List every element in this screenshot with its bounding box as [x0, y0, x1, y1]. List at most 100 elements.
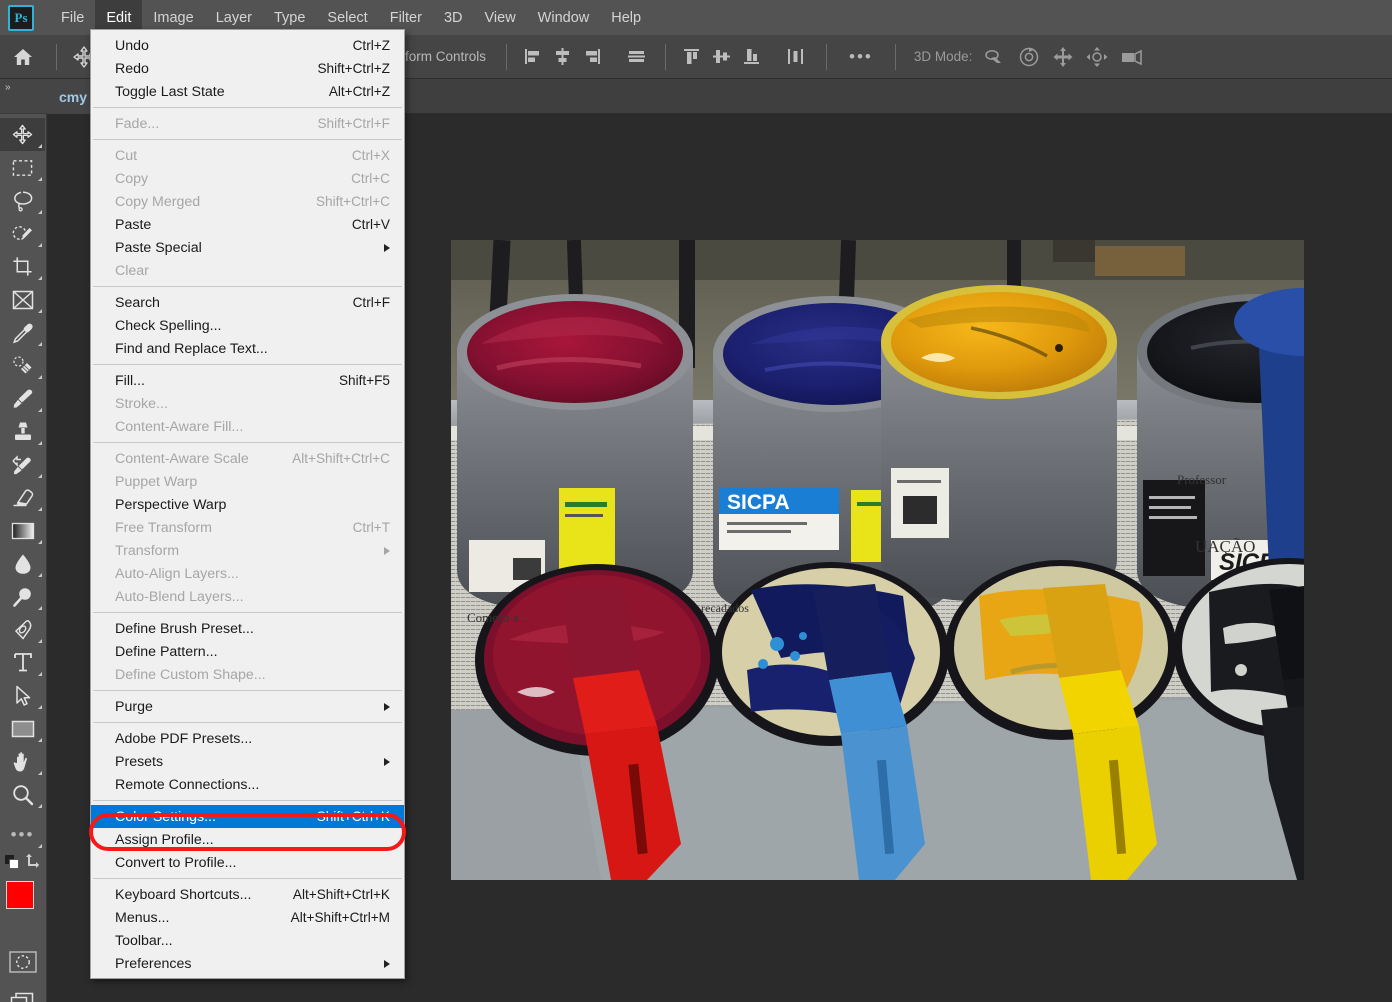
brush-tool[interactable]	[0, 382, 45, 415]
pen-tool[interactable]	[0, 613, 45, 646]
align-horizontal-centers-icon[interactable]	[547, 44, 577, 70]
lasso-tool[interactable]	[0, 184, 45, 217]
spot-healing-brush-tool[interactable]	[0, 349, 45, 382]
foreground-color-swatch[interactable]	[6, 881, 34, 909]
menu-separator	[93, 722, 402, 723]
menu-item-check-spelling[interactable]: Check Spelling...	[91, 314, 404, 337]
menu-item-redo[interactable]: Redo Shift+Ctrl+Z	[91, 57, 404, 80]
eyedropper-tool[interactable]	[0, 316, 45, 349]
roll-3d-icon[interactable]	[1012, 44, 1046, 70]
menu-separator	[93, 800, 402, 801]
menu-item-label: Preferences	[115, 955, 192, 972]
menu-item-label: Paste	[115, 216, 152, 233]
swap-colors-icon[interactable]	[24, 853, 40, 869]
distribute-icon[interactable]	[780, 44, 810, 70]
menu-item-label: Clear	[115, 262, 149, 279]
rectangle-tool[interactable]	[0, 712, 45, 745]
align-left-edges-icon[interactable]	[517, 44, 547, 70]
menu-item-label: Find and Replace Text...	[115, 340, 268, 357]
document-image: SICPA Começa a .. recadados Professor UA…	[451, 240, 1304, 880]
menubar-item-help[interactable]: Help	[600, 0, 652, 35]
gradient-tool[interactable]	[0, 514, 45, 547]
menu-item-paste[interactable]: Paste Ctrl+V	[91, 213, 404, 236]
type-tool[interactable]	[0, 646, 45, 679]
orbit-3d-icon[interactable]	[978, 44, 1012, 70]
edit-toolbar-button[interactable]: •••	[0, 818, 45, 851]
move-tool[interactable]	[0, 118, 45, 151]
menu-item-purge[interactable]: Purge	[91, 695, 404, 718]
align-horizontal-middles-icon[interactable]	[706, 44, 736, 70]
color-controls-row	[0, 851, 45, 875]
svg-text:SICPA: SICPA	[727, 491, 790, 514]
menu-item-search[interactable]: Search Ctrl+F	[91, 291, 404, 314]
menu-item-presets[interactable]: Presets	[91, 750, 404, 773]
default-colors-icon[interactable]	[5, 855, 20, 870]
menu-item-toggle-last-state[interactable]: Toggle Last State Alt+Ctrl+Z	[91, 80, 404, 103]
blur-tool[interactable]	[0, 547, 45, 580]
menu-item-copy: Copy Ctrl+C	[91, 167, 404, 190]
quick-selection-tool[interactable]	[0, 217, 45, 250]
menu-item-define-brush-preset[interactable]: Define Brush Preset...	[91, 617, 404, 640]
history-brush-tool[interactable]	[0, 448, 45, 481]
menu-item-toolbar[interactable]: Toolbar...	[91, 929, 404, 952]
menu-item-keyboard-shortcuts[interactable]: Keyboard Shortcuts... Alt+Shift+Ctrl+K	[91, 883, 404, 906]
eraser-tool[interactable]	[0, 481, 45, 514]
menu-separator	[93, 878, 402, 879]
frame-tool[interactable]	[0, 283, 45, 316]
menu-item-paste-special[interactable]: Paste Special	[91, 236, 404, 259]
menu-item-label: Remote Connections...	[115, 776, 260, 793]
dodge-tool[interactable]	[0, 580, 45, 613]
menubar-item-view[interactable]: View	[474, 0, 527, 35]
align-bottom-edges-icon[interactable]	[736, 44, 766, 70]
menu-item-label: Search	[115, 294, 160, 311]
crop-tool[interactable]	[0, 250, 45, 283]
align-right-edges-icon[interactable]	[577, 44, 607, 70]
menu-item-undo[interactable]: Undo Ctrl+Z	[91, 34, 404, 57]
svg-text:recadados: recadados	[701, 601, 749, 615]
menu-item-adobe-pdf-presets[interactable]: Adobe PDF Presets...	[91, 727, 404, 750]
photoshop-logo-icon: Ps	[8, 4, 34, 31]
clone-stamp-tool[interactable]	[0, 415, 45, 448]
menu-item-auto-blend-layers: Auto-Blend Layers...	[91, 585, 404, 608]
menu-item-menus[interactable]: Menus... Alt+Shift+Ctrl+M	[91, 906, 404, 929]
menu-item-shortcut: Shift+Ctrl+C	[315, 194, 390, 209]
menu-item-shortcut: Ctrl+X	[351, 148, 390, 163]
menu-item-copy-merged: Copy Merged Shift+Ctrl+C	[91, 190, 404, 213]
menu-separator	[93, 139, 402, 140]
chevron-double-right-icon[interactable]: »	[0, 79, 47, 93]
menu-item-shortcut: Ctrl+F	[352, 295, 390, 310]
menu-item-find-and-replace-text[interactable]: Find and Replace Text...	[91, 337, 404, 360]
rectangular-marquee-tool[interactable]	[0, 151, 45, 184]
align-top-edges-icon[interactable]	[676, 44, 706, 70]
edit-menu-dropdown[interactable]: Undo Ctrl+Z Redo Shift+Ctrl+Z Toggle Last St…	[90, 29, 405, 979]
zoom-tool[interactable]	[0, 778, 45, 811]
collapsed-panel-strip[interactable]: »	[0, 79, 47, 114]
menu-item-assign-profile[interactable]: Assign Profile...	[91, 828, 404, 851]
menu-item-perspective-warp[interactable]: Perspective Warp	[91, 493, 404, 516]
menu-item-color-settings[interactable]: Color Settings... Shift+Ctrl+K	[91, 805, 404, 828]
menu-item-shortcut: Shift+Ctrl+Z	[317, 61, 390, 76]
menu-item-preferences[interactable]: Preferences	[91, 952, 404, 975]
menu-item-convert-to-profile[interactable]: Convert to Profile...	[91, 851, 404, 874]
quick-mask-button[interactable]	[0, 945, 45, 978]
align-vertical-centers-icon[interactable]	[621, 44, 651, 70]
path-selection-tool[interactable]	[0, 679, 45, 712]
color-swatches	[0, 877, 48, 939]
more-options-icon[interactable]: •••	[837, 48, 885, 65]
menubar-item-3d[interactable]: 3D	[433, 0, 474, 35]
slide-3d-icon[interactable]	[1080, 44, 1114, 70]
menubar-item-file[interactable]: File	[50, 0, 95, 35]
menu-item-clear: Clear	[91, 259, 404, 282]
screen-mode-button[interactable]	[0, 986, 45, 1002]
hand-tool[interactable]	[0, 745, 45, 778]
menu-item-transform: Transform	[91, 539, 404, 562]
svg-text:Professor: Professor	[1177, 472, 1227, 487]
home-icon[interactable]	[0, 47, 46, 67]
menu-item-remote-connections[interactable]: Remote Connections...	[91, 773, 404, 796]
ellipsis-icon: •••	[10, 825, 35, 844]
menu-item-fill[interactable]: Fill... Shift+F5	[91, 369, 404, 392]
camera-3d-icon[interactable]	[1114, 44, 1152, 70]
pan-3d-icon[interactable]	[1046, 44, 1080, 70]
menubar-item-window[interactable]: Window	[527, 0, 601, 35]
menu-item-define-pattern[interactable]: Define Pattern...	[91, 640, 404, 663]
